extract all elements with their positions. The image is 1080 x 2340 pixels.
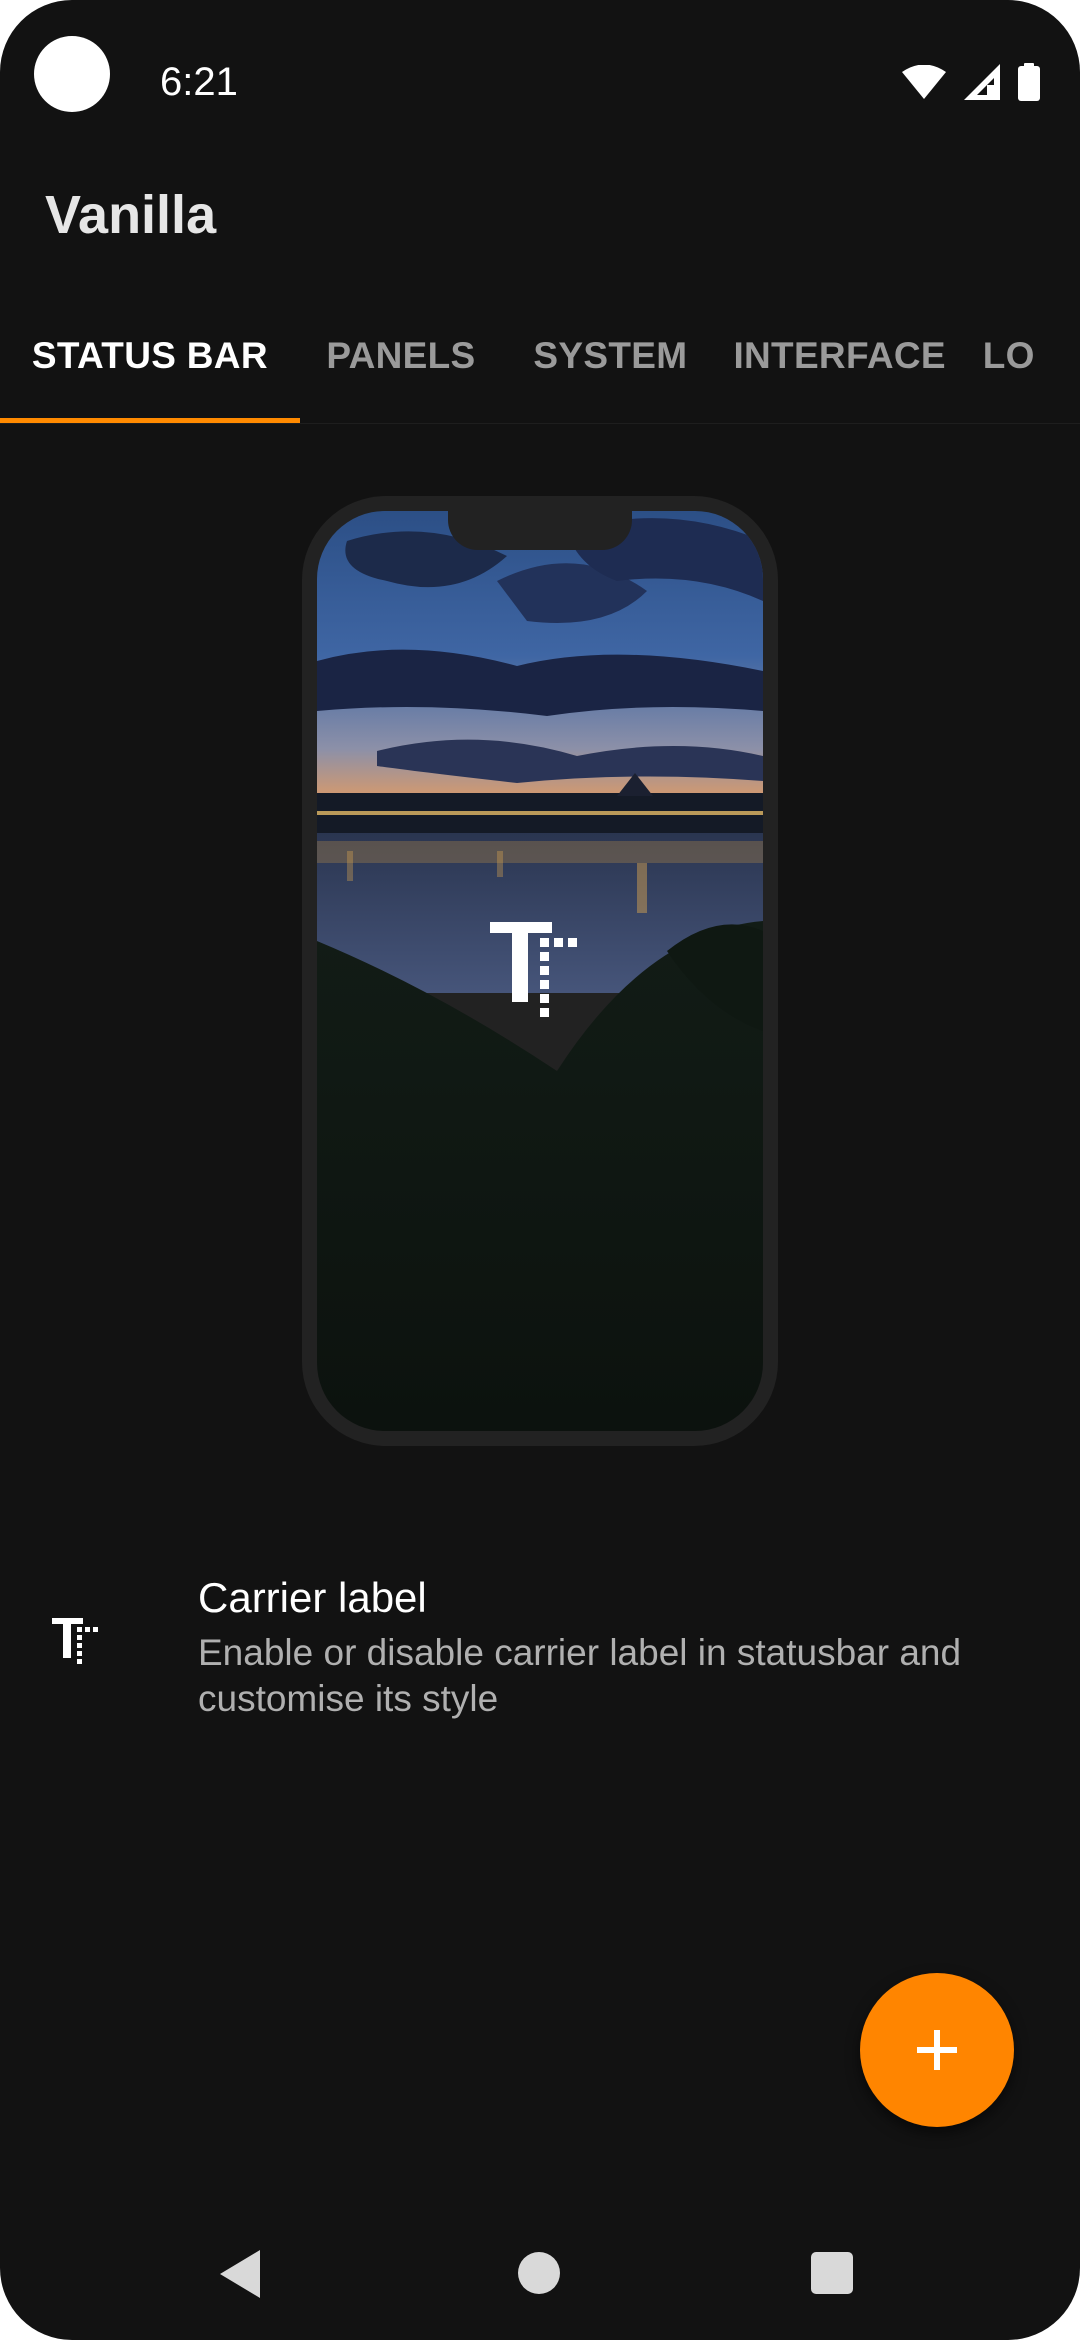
preference-title: Carrier label <box>198 1574 427 1621</box>
screen: 6:21 Vanilla STATUS BAR PANELS SYSTEM IN… <box>0 0 1080 2340</box>
status-icons <box>902 60 1040 104</box>
back-icon[interactable] <box>220 2250 264 2298</box>
carrier-label-icon <box>52 1618 98 1664</box>
tab-status-bar[interactable]: STATUS BAR <box>0 320 300 424</box>
cell-signal-icon <box>964 64 1000 100</box>
app-title: Vanilla <box>45 185 217 245</box>
recents-icon[interactable] <box>811 2252 853 2294</box>
home-icon[interactable] <box>518 2252 560 2294</box>
battery-icon <box>1018 63 1040 101</box>
tab-system[interactable]: SYSTEM <box>502 320 718 424</box>
preference-summary: Enable or disable carrier label in statu… <box>198 1632 962 1719</box>
tab-divider <box>0 423 1080 424</box>
tab-interface[interactable]: INTERFACE <box>719 320 961 424</box>
plus-icon <box>917 2030 957 2070</box>
carrier-label-icon <box>490 922 577 1017</box>
preview-notch <box>448 510 632 550</box>
tab-bar: STATUS BAR PANELS SYSTEM INTERFACE LO <box>0 320 1080 424</box>
add-fab-button[interactable] <box>860 1973 1014 2127</box>
tab-panels[interactable]: PANELS <box>300 320 502 424</box>
wifi-icon <box>902 65 946 99</box>
tab-lockscreen[interactable]: LO <box>961 320 1080 424</box>
status-time: 6:21 <box>160 60 238 104</box>
camera-cutout <box>34 36 110 112</box>
